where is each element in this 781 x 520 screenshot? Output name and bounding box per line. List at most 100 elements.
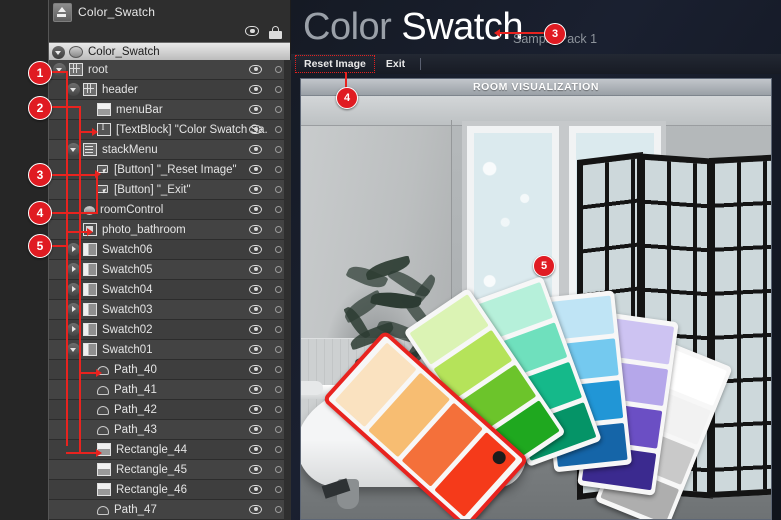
left-gutter xyxy=(0,0,48,520)
eye-icon[interactable] xyxy=(249,385,263,395)
tree-scrollbar[interactable] xyxy=(284,60,291,520)
tree-row[interactable]: [Button] "_Exit" xyxy=(49,180,290,200)
eye-icon[interactable] xyxy=(249,265,263,275)
lock-icon[interactable] xyxy=(269,26,282,39)
tree-row[interactable]: Path_40 xyxy=(49,360,290,380)
app-title: Color Swatch xyxy=(303,6,523,49)
lock-dot-icon[interactable] xyxy=(275,166,282,173)
reset-image-button[interactable]: Reset Image xyxy=(295,55,375,73)
eye-icon[interactable] xyxy=(249,205,263,215)
chevron-down-icon[interactable] xyxy=(53,63,66,76)
lock-dot-icon[interactable] xyxy=(275,246,282,253)
eye-icon[interactable] xyxy=(249,145,263,155)
eye-icon[interactable] xyxy=(249,405,263,415)
tree-row[interactable]: stackMenu xyxy=(49,140,290,160)
tree-row[interactable]: Swatch03 xyxy=(49,300,290,320)
tree-row[interactable]: Swatch06 xyxy=(49,240,290,260)
eye-icon[interactable] xyxy=(249,225,263,235)
tree-root-selected-row[interactable]: Color_Swatch xyxy=(49,42,290,61)
chevron-right-icon[interactable] xyxy=(67,263,80,276)
tree-row[interactable]: Rectangle_45 xyxy=(49,460,290,480)
tree-row-list[interactable]: root header menuBar [TextBlock] "Color Swat… xyxy=(49,60,290,520)
eye-icon[interactable] xyxy=(249,125,263,135)
tree-row[interactable]: header xyxy=(49,80,290,100)
lock-dot-icon[interactable] xyxy=(275,346,282,353)
lock-dot-icon[interactable] xyxy=(275,386,282,393)
chevron-down-icon[interactable] xyxy=(67,343,80,356)
eye-icon[interactable] xyxy=(249,325,263,335)
lock-dot-icon[interactable] xyxy=(275,106,282,113)
tree-row[interactable]: Path_41 xyxy=(49,380,290,400)
chevron-down-icon[interactable] xyxy=(67,83,80,96)
tree-row[interactable]: Swatch04 xyxy=(49,280,290,300)
ellipse-icon xyxy=(83,204,95,215)
eye-icon[interactable] xyxy=(249,105,263,115)
lock-dot-icon[interactable] xyxy=(275,506,282,513)
lock-dot-icon[interactable] xyxy=(275,446,282,453)
eye-icon[interactable] xyxy=(249,485,263,495)
lock-dot-icon[interactable] xyxy=(275,286,282,293)
chevron-right-icon[interactable] xyxy=(67,243,80,256)
lock-dot-icon[interactable] xyxy=(275,206,282,213)
tree-row[interactable]: Path_42 xyxy=(49,400,290,420)
grid-icon xyxy=(69,63,83,76)
eye-icon[interactable] xyxy=(249,305,263,315)
eye-icon[interactable] xyxy=(249,465,263,475)
chevron-right-icon[interactable] xyxy=(67,283,80,296)
eye-icon[interactable] xyxy=(249,445,263,455)
tree-row[interactable]: menuBar xyxy=(49,100,290,120)
app-title-part2: Swatch xyxy=(401,6,523,48)
tree-row[interactable]: Swatch05 xyxy=(49,260,290,280)
eye-icon[interactable] xyxy=(245,26,260,37)
eye-icon[interactable] xyxy=(249,65,263,75)
lock-dot-icon[interactable] xyxy=(275,326,282,333)
chevron-right-icon[interactable] xyxy=(67,303,80,316)
tree-row[interactable]: roomControl xyxy=(49,200,290,220)
upload-icon[interactable] xyxy=(53,2,72,22)
app-subtitle: Sample Pack 1 xyxy=(513,32,598,46)
eye-icon[interactable] xyxy=(249,165,263,175)
chevron-down-icon[interactable] xyxy=(52,45,65,59)
eye-icon[interactable] xyxy=(249,85,263,95)
lock-dot-icon[interactable] xyxy=(275,486,282,493)
tree-row[interactable]: Rectangle_44 xyxy=(49,440,290,460)
lock-dot-icon[interactable] xyxy=(275,226,282,233)
swatch-fan[interactable] xyxy=(321,266,749,519)
app-title-part1: Color xyxy=(303,6,392,48)
group-icon xyxy=(83,263,97,276)
chevron-right-icon[interactable] xyxy=(67,323,80,336)
tree-row[interactable]: Swatch01 xyxy=(49,340,290,360)
tree-row[interactable]: Rectangle_46 xyxy=(49,480,290,500)
eye-icon[interactable] xyxy=(249,245,263,255)
lock-dot-icon[interactable] xyxy=(275,366,282,373)
chevron-down-icon[interactable] xyxy=(67,143,80,156)
tree-row[interactable]: Path_47 xyxy=(49,500,290,520)
lock-dot-icon[interactable] xyxy=(275,306,282,313)
eye-icon[interactable] xyxy=(249,185,263,195)
lock-dot-icon[interactable] xyxy=(275,266,282,273)
room-visualization-photo[interactable] xyxy=(301,96,771,519)
exit-button[interactable]: Exit xyxy=(379,57,412,71)
lock-dot-icon[interactable] xyxy=(275,186,282,193)
tree-row[interactable]: photo_bathroom xyxy=(49,220,290,240)
tree-row[interactable]: Swatch02 xyxy=(49,320,290,340)
eye-icon[interactable] xyxy=(249,285,263,295)
app-preview-panel: Color Swatch Sample Pack 1 Reset Image E… xyxy=(291,0,781,520)
tree-row-label: Swatch02 xyxy=(102,323,153,336)
eye-icon[interactable] xyxy=(249,505,263,515)
lock-dot-icon[interactable] xyxy=(275,406,282,413)
tree-row[interactable]: Path_43 xyxy=(49,420,290,440)
tree-row[interactable]: root xyxy=(49,60,290,80)
lock-dot-icon[interactable] xyxy=(275,466,282,473)
lock-dot-icon[interactable] xyxy=(275,426,282,433)
eye-icon[interactable] xyxy=(249,365,263,375)
twist-spacer xyxy=(81,443,94,456)
lock-dot-icon[interactable] xyxy=(275,126,282,133)
tree-row[interactable]: [Button] "_Reset Image" xyxy=(49,160,290,180)
eye-icon[interactable] xyxy=(249,425,263,435)
lock-dot-icon[interactable] xyxy=(275,66,282,73)
lock-dot-icon[interactable] xyxy=(275,146,282,153)
eye-icon[interactable] xyxy=(249,345,263,355)
tree-row[interactable]: [TextBlock] "Color Swatch Sa. xyxy=(49,120,290,140)
lock-dot-icon[interactable] xyxy=(275,86,282,93)
